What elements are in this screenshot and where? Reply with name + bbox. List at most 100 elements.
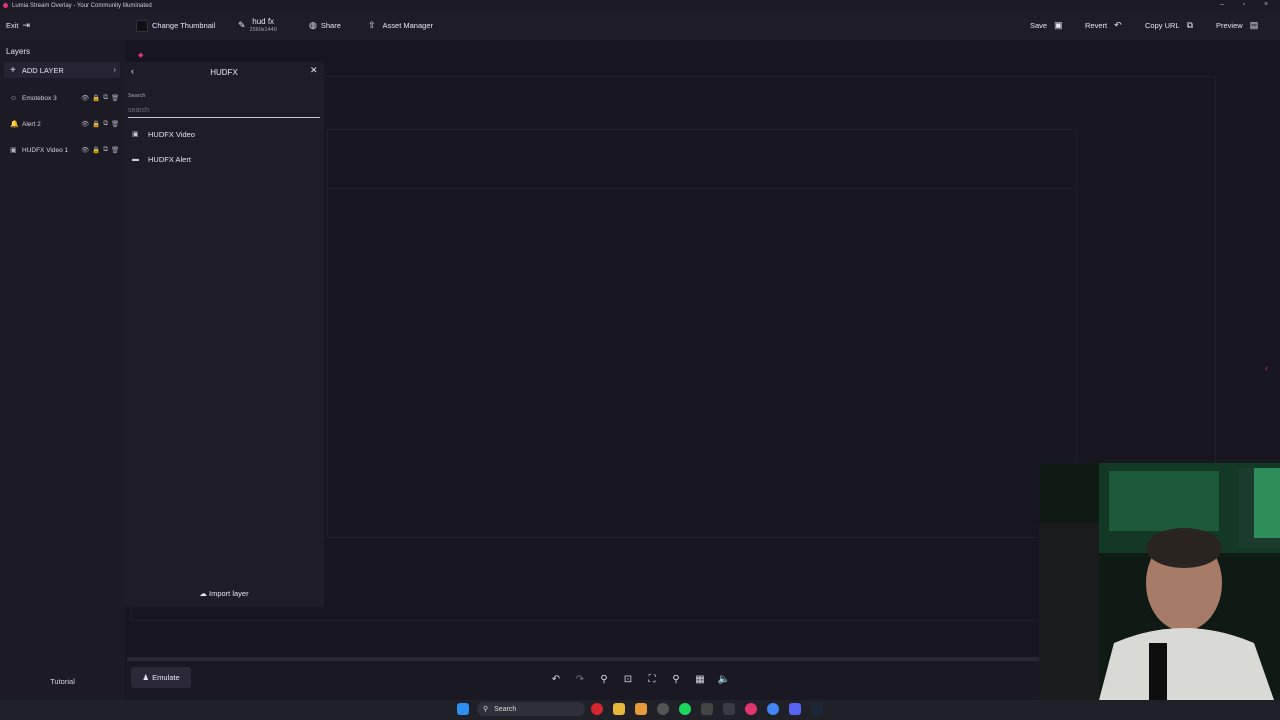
preview-icon: ▤ (1249, 20, 1259, 30)
discord-icon[interactable] (789, 703, 801, 715)
hudfx-item-video[interactable]: ▣ HUDFX Video (124, 124, 324, 144)
guide-frame-top (327, 129, 1077, 189)
webcam-feed (1039, 463, 1280, 700)
emote-icon: ☺ (10, 94, 18, 102)
zoom-in-icon[interactable]: ⚲ (669, 673, 683, 687)
lock-icon[interactable]: 🔒 (92, 146, 100, 154)
search-label: Search (128, 93, 146, 99)
save-button[interactable]: Save ▣ (1030, 11, 1063, 40)
layers-panel: Layers + ADD LAYER › ☺ Emotebox 3 👁 🔒 ⧉ 🗑 🔔… (0, 40, 125, 700)
overlay-resolution: 2560x1440 (249, 26, 277, 33)
layer-row-emotebox-3[interactable]: ☺ Emotebox 3 👁 🔒 ⧉ 🗑 (0, 91, 125, 105)
delete-icon[interactable]: 🗑 (111, 146, 119, 154)
minimize-button[interactable]: – (1213, 0, 1231, 11)
close-window-button[interactable]: × (1257, 0, 1275, 11)
cloud-upload-icon: ☁ (199, 589, 207, 598)
layers-header: Layers (6, 47, 31, 56)
add-layer-button[interactable]: + ADD LAYER › (4, 62, 120, 78)
hudfx-item-alert[interactable]: ▬ HUDFX Alert (124, 149, 324, 169)
copy-url-label: Copy URL (1145, 21, 1180, 30)
app-logo-icon (3, 3, 8, 8)
duplicate-icon[interactable]: ⧉ (103, 94, 108, 102)
chat-icon: ▬ (132, 155, 139, 163)
window-title: Lumia Stream Overlay - Your Community Il… (12, 2, 152, 9)
windows-start-icon[interactable] (457, 703, 469, 715)
zoom-out-icon[interactable]: ⚲ (597, 673, 611, 687)
undo-icon[interactable]: ↶ (549, 673, 563, 687)
hudfx-item-label: HUDFX Video (148, 129, 195, 139)
app-icon[interactable] (635, 703, 647, 715)
duplicate-icon[interactable]: ⧉ (103, 146, 108, 154)
visibility-icon[interactable]: 👁 (81, 146, 89, 154)
grid-icon[interactable]: ▦ (693, 673, 707, 687)
lock-icon[interactable]: 🔒 (92, 120, 100, 128)
tutorial-link[interactable]: Tutorial (0, 677, 125, 686)
search-input[interactable] (128, 102, 320, 118)
exit-button[interactable]: Exit ⇥ (6, 11, 30, 40)
folder-icon[interactable] (613, 703, 625, 715)
import-layer-button[interactable]: ☁ Import layer (124, 589, 324, 598)
duplicate-icon[interactable]: ⧉ (103, 120, 108, 128)
undo-icon: ↶ (1114, 20, 1122, 30)
copy-url-button[interactable]: Copy URL ⧉ (1145, 11, 1193, 40)
redo-icon[interactable]: ↷ (573, 673, 587, 687)
revert-label: Revert (1085, 21, 1108, 30)
layer-name: Alert 2 (22, 120, 41, 128)
layer-marker-icon[interactable]: ◆ (138, 51, 145, 59)
hudfx-item-label: HUDFX Alert (148, 154, 191, 164)
change-thumbnail-button[interactable]: Change Thumbnail (136, 11, 215, 40)
asset-manager-button[interactable]: ⇧ Asset Manager (368, 11, 433, 40)
preview-button[interactable]: Preview ▤ (1216, 11, 1258, 40)
chevron-right-icon: › (113, 65, 116, 74)
thumbnail-swatch (136, 19, 148, 32)
close-icon[interactable]: ✕ (310, 65, 318, 76)
github-icon[interactable] (657, 703, 669, 715)
layer-name: HUDFX Video 1 (22, 146, 69, 154)
guide-frame-main (327, 188, 1077, 538)
save-label: Save (1030, 21, 1048, 30)
plus-icon: + (10, 64, 16, 76)
alert-icon: 🔔 (10, 121, 19, 128)
video-icon: ▣ (132, 131, 139, 138)
fit-icon[interactable]: ⊡ (621, 673, 635, 687)
spotify-icon[interactable] (679, 703, 691, 715)
app-icon[interactable] (723, 703, 735, 715)
expand-right-panel-icon[interactable]: ‹ (1265, 363, 1268, 373)
visibility-icon[interactable]: 👁 (81, 120, 89, 128)
share-label: Share (320, 21, 341, 30)
copy-icon: ⧉ (1186, 20, 1194, 30)
hudfx-panel: ‹ HUDFX ✕ Search ▣ HUDFX Video ▬ HUDFX A… (124, 62, 324, 607)
steam-icon[interactable] (811, 703, 823, 715)
person-icon: ♟ (142, 673, 150, 682)
rename-overlay-button[interactable]: ✎ hud fx 2560x1440 (238, 11, 277, 40)
delete-icon[interactable]: 🗑 (111, 120, 119, 128)
overlay-name: hud fx (252, 16, 275, 26)
taskbar-search-label: Search (494, 705, 517, 713)
globe-icon: ◍ (309, 20, 317, 30)
hudfx-panel-title: HUDFX (210, 68, 238, 77)
revert-button[interactable]: Revert ↶ (1085, 11, 1122, 40)
layer-name: Emotebox 3 (22, 94, 57, 102)
lumia-icon[interactable] (745, 703, 757, 715)
share-button[interactable]: ◍ Share (309, 11, 341, 40)
pencil-icon: ✎ (238, 20, 246, 30)
app-icon[interactable] (701, 703, 713, 715)
layer-row-hudfx-video-1[interactable]: ▣ HUDFX Video 1 👁 🔒 ⧉ 🗑 (0, 143, 125, 157)
maximize-button[interactable]: ▫ (1235, 0, 1253, 11)
upload-icon: ⇧ (368, 20, 376, 30)
emulate-button[interactable]: ♟ Emulate (131, 667, 191, 688)
exit-label: Exit (6, 21, 19, 30)
taskbar-search[interactable]: ⚲ Search (477, 702, 585, 716)
volume-icon[interactable]: 🔈 (717, 673, 731, 687)
add-layer-label: ADD LAYER (21, 65, 64, 75)
layer-row-alert-2[interactable]: 🔔 Alert 2 👁 🔒 ⧉ 🗑 (0, 117, 125, 131)
window-titlebar: Lumia Stream Overlay - Your Community Il… (0, 0, 1280, 11)
emulate-label: Emulate (152, 673, 180, 682)
fullscreen-icon[interactable]: ⛶ (645, 673, 659, 687)
delete-icon[interactable]: 🗑 (111, 94, 119, 102)
opera-icon[interactable] (591, 703, 603, 715)
exit-icon: ⇥ (22, 20, 31, 30)
lock-icon[interactable]: 🔒 (92, 94, 100, 102)
chrome-icon[interactable] (767, 703, 779, 715)
visibility-icon[interactable]: 👁 (81, 94, 89, 102)
